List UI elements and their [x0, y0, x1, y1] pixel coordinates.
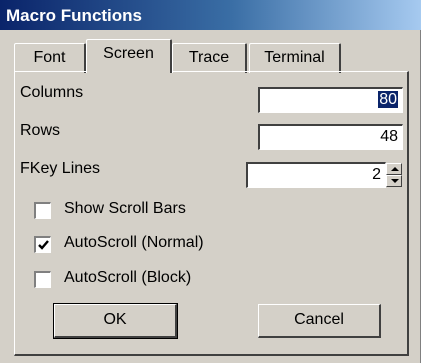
tab-trace-label: Trace [188, 49, 230, 66]
tab-font[interactable]: Font [14, 43, 86, 73]
tab-screen-label: Screen [103, 45, 154, 62]
tab-terminal[interactable]: Terminal [249, 43, 341, 73]
tab-font-label: Font [33, 49, 66, 66]
tab-terminal-label: Terminal [264, 49, 325, 66]
macro-functions-dialog: Macro Functions Font Screen Trace Termin… [0, 0, 421, 363]
tab-trace[interactable]: Trace [172, 43, 247, 73]
title-bar: Macro Functions [0, 0, 421, 30]
screen-tab-panel [14, 71, 409, 356]
tab-screen[interactable]: Screen [86, 39, 172, 73]
window-title: Macro Functions [6, 6, 143, 25]
